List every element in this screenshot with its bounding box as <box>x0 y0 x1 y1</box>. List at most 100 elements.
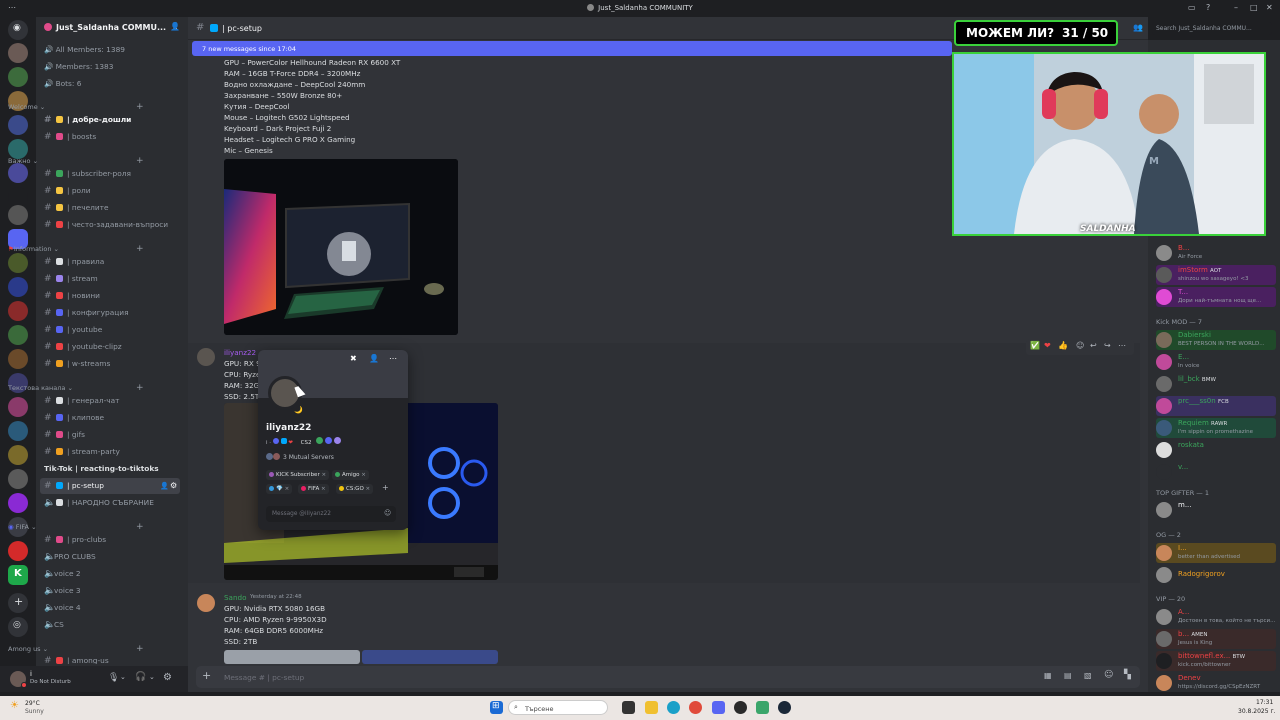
taskbar-search[interactable]: ⌕ Търсене <box>508 700 608 715</box>
server-icon[interactable] <box>8 277 28 297</box>
channel-item[interactable]: # | youtube <box>40 322 180 338</box>
close-button[interactable]: ✕ <box>1266 3 1273 12</box>
category-text[interactable]: Текстова канала ⌄ + <box>8 383 144 393</box>
gear-icon[interactable]: ⚙ <box>163 672 172 683</box>
server-header[interactable]: Just_Saldanha COMMU... ⌄ 👤 <box>36 17 188 39</box>
member-item[interactable]: Dabierski BEST PERSON IN THE WORLD... <box>1156 330 1276 350</box>
category-important[interactable]: Важно ⌄ + <box>8 156 144 166</box>
server-icon[interactable] <box>8 163 28 183</box>
member-item[interactable]: v... <box>1156 462 1276 482</box>
mutual-servers[interactable]: 3 Mutual Servers <box>266 453 334 461</box>
channel-item[interactable]: # | w-streams <box>40 356 180 372</box>
remove-role-icon[interactable]: × <box>285 486 290 492</box>
direct-message-input[interactable]: Message @iliyanz22 ☺ <box>266 506 396 522</box>
server-icon[interactable] <box>8 349 28 369</box>
server-icon[interactable] <box>8 67 28 87</box>
server-icon[interactable] <box>8 115 28 135</box>
app-icon[interactable] <box>734 701 747 714</box>
avatar[interactable] <box>197 348 215 366</box>
message-composer[interactable]: + Message # | pc-setup ▦ ▤ ▧ ☺ ▚ <box>196 666 1140 688</box>
steam-icon[interactable] <box>778 701 791 714</box>
server-icon[interactable] <box>8 205 28 225</box>
attachment-image[interactable] <box>224 650 360 664</box>
voice-channel[interactable]: 🔈voice 3 <box>40 583 180 599</box>
voice-channel[interactable]: 🔈voice 2 <box>40 566 180 582</box>
channel-item[interactable]: # | често-задавани-въпроси <box>40 217 180 233</box>
chrome-icon[interactable] <box>689 701 702 714</box>
member-item[interactable]: b... AMEN Jesus is King <box>1156 629 1276 649</box>
role-tag[interactable]: KICK Subscriber × <box>266 470 330 480</box>
member-item[interactable]: m... <box>1156 500 1276 520</box>
start-button[interactable]: ⊞ <box>490 701 503 714</box>
member-item[interactable]: A... Достоен в това, който не търси... <box>1156 607 1276 627</box>
help-icon[interactable]: ? <box>1206 3 1210 12</box>
check-reaction-icon[interactable]: ✅ <box>1030 341 1040 350</box>
channel-item[interactable]: # | конфигурация <box>40 305 180 321</box>
server-icon[interactable]: K <box>8 565 28 585</box>
server-icon[interactable] <box>8 253 28 273</box>
remove-role-icon[interactable]: × <box>366 486 371 492</box>
server-icon[interactable] <box>8 445 28 465</box>
server-icon[interactable] <box>8 301 28 321</box>
inbox-button[interactable]: ▭ <box>1188 3 1196 12</box>
channel-item[interactable]: # | генерал-чат <box>40 393 180 409</box>
apps-icon[interactable]: ▚ <box>1124 670 1131 680</box>
attachment-image[interactable] <box>362 650 498 664</box>
add-channel-icon[interactable]: + <box>136 102 144 112</box>
channel-item[interactable]: # | youtube-clipz <box>40 339 180 355</box>
member-item[interactable]: Radogrigorov <box>1156 565 1276 585</box>
headphones-icon[interactable]: 🎧 <box>135 672 146 682</box>
member-item[interactable]: Requiem RAWR I'm sippin on promethazine <box>1156 418 1276 438</box>
maximize-button[interactable]: □ <box>1250 3 1258 12</box>
close-icon[interactable]: ✖ <box>350 354 357 363</box>
voice-channel[interactable]: 🔈PRO CLUBS <box>40 549 180 565</box>
chevron-down-icon[interactable]: ⌄ <box>120 673 126 681</box>
add-attachment-icon[interactable]: + <box>202 669 211 682</box>
member-item[interactable]: roskata <box>1156 440 1276 460</box>
channel-item[interactable]: # | клипове <box>40 410 180 426</box>
member-item[interactable]: imStorm AOT shinzou wo sasageyo! <3 <box>1156 265 1276 285</box>
voice-channel[interactable]: 🔈CS <box>40 617 180 633</box>
channel-item[interactable]: # | новини <box>40 288 180 304</box>
file-explorer-icon[interactable] <box>645 701 658 714</box>
channel-item[interactable]: # | gifs <box>40 427 180 443</box>
add-server-button[interactable]: + <box>8 593 28 613</box>
channel-item[interactable]: # | subscriber-роля <box>40 166 180 182</box>
channel-item[interactable]: # | pro-clubs <box>40 532 180 548</box>
thumbs-up-reaction-icon[interactable]: 👍 <box>1058 341 1068 350</box>
member-item[interactable]: T... Дори най-тъмната нощ ще... <box>1156 287 1276 307</box>
member-item[interactable]: bittownefl.ex... BTW kick.com/bittowner <box>1156 651 1276 671</box>
server-icon[interactable] <box>8 325 28 345</box>
remove-role-icon[interactable]: × <box>361 472 366 478</box>
add-channel-icon[interactable]: + <box>136 244 144 254</box>
gear-icon[interactable]: ⚙ <box>170 478 177 494</box>
server-icon[interactable] <box>8 541 28 561</box>
emoji-icon[interactable]: ☺ <box>384 509 391 517</box>
category-information[interactable]: ⚑Information ⌄ + <box>8 244 144 254</box>
channel-item[interactable]: # | правила <box>40 254 180 270</box>
member-item[interactable]: Denev https://discord.gg/CSpEzNZRT <box>1156 673 1276 693</box>
member-item[interactable]: lil_bck BMW <box>1156 374 1276 394</box>
app-icon[interactable] <box>756 701 769 714</box>
discover-button[interactable]: ◎ <box>8 617 28 637</box>
server-icon[interactable] <box>8 493 28 513</box>
channel-item[interactable]: # | роли <box>40 183 180 199</box>
gif-icon[interactable]: ▤ <box>1064 671 1072 680</box>
avatar[interactable] <box>197 594 215 612</box>
category-among-us[interactable]: Among us ⌄ + <box>8 644 144 654</box>
category-fifa[interactable]: ◉ FIFA ⌄ + <box>8 522 144 532</box>
attachment-image[interactable] <box>224 159 458 335</box>
home-button[interactable]: ◉ <box>8 20 28 40</box>
server-icon[interactable] <box>8 397 28 417</box>
channel-item[interactable]: # | stream-party <box>40 444 180 460</box>
role-tag[interactable]: FIFA × <box>298 484 329 494</box>
edge-icon[interactable] <box>667 701 680 714</box>
gift-icon[interactable]: ▦ <box>1044 671 1052 680</box>
channel-item[interactable]: # | добре-дошли <box>40 112 180 128</box>
microphone-icon[interactable]: 🎙 <box>108 673 119 683</box>
add-channel-icon[interactable]: + <box>136 156 144 166</box>
server-icon[interactable] <box>8 43 28 63</box>
server-icon[interactable] <box>8 469 28 489</box>
server-icon[interactable] <box>8 187 28 207</box>
add-role-icon[interactable]: + <box>382 483 389 492</box>
